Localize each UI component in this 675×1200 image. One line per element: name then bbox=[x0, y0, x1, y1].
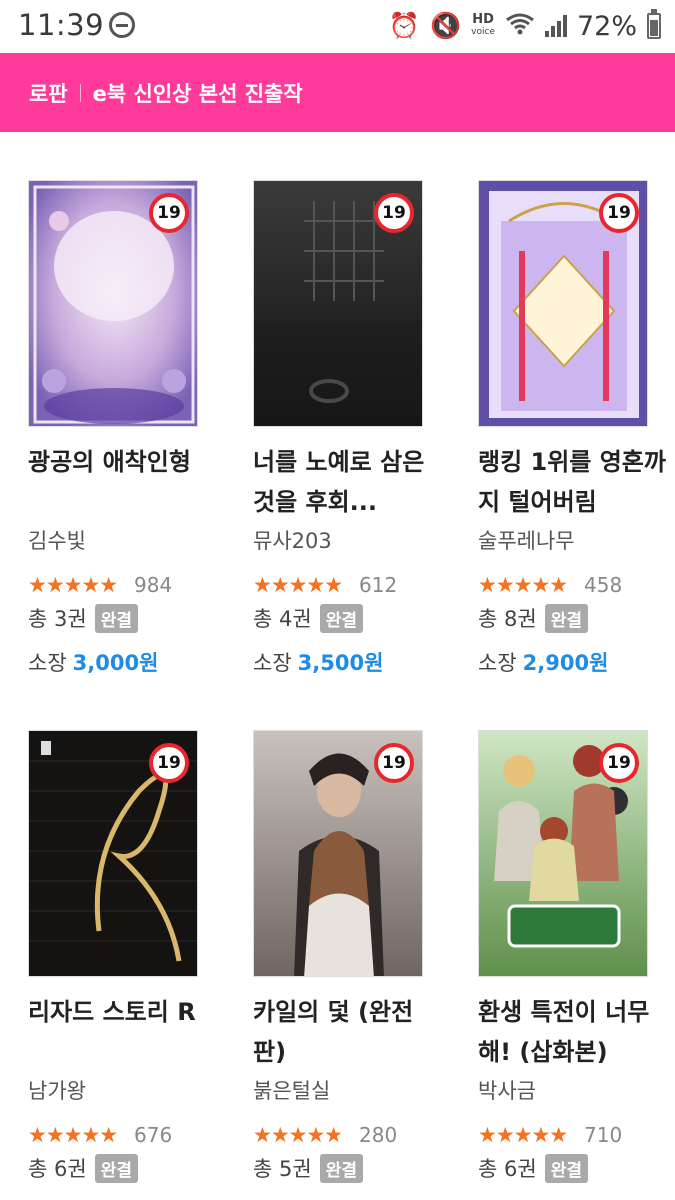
price-value: 3,000원 bbox=[72, 651, 159, 675]
book-title[interactable]: 카일의 덫 (완전판) bbox=[253, 992, 443, 1072]
volume-count: 총 8권 bbox=[478, 607, 537, 631]
star-rating-icon: ★★★★★ ★★★★★ bbox=[28, 573, 118, 597]
book-title[interactable]: 리자드 스토리 R bbox=[28, 992, 218, 1032]
age-19-badge: 19 bbox=[599, 743, 639, 783]
book-author[interactable]: 남가왕 bbox=[28, 1075, 86, 1105]
age-19-badge: 19 bbox=[149, 193, 189, 233]
book-volumes: 총 4권 완결 bbox=[253, 603, 363, 633]
battery-icon bbox=[647, 9, 661, 39]
status-badge: 완결 bbox=[544, 603, 588, 633]
mute-icon: 🔇 bbox=[430, 11, 462, 40]
book-author[interactable]: 붉은털실 bbox=[253, 1075, 330, 1105]
book-title[interactable]: 너를 노예로 삼은 것을 후회... bbox=[253, 442, 443, 522]
alarm-icon: ⏰ bbox=[388, 11, 421, 40]
book-rating: ★★★★★ ★★★★★ 710 bbox=[478, 1123, 622, 1147]
book-cover[interactable]: 19 bbox=[478, 180, 648, 427]
star-rating-icon: ★★★★★ ★★★★★ bbox=[478, 573, 568, 597]
book-cover[interactable]: 19 bbox=[28, 730, 198, 977]
status-bar: 11:39 ⏰ 🔇 HD voice 72% bbox=[0, 0, 675, 52]
book-price: 소장 3,000원 bbox=[28, 647, 158, 677]
price-label: 소장 bbox=[28, 651, 67, 675]
book-volumes: 총 5권 완결 bbox=[253, 1153, 363, 1183]
book-title[interactable]: 랭킹 1위를 영혼까지 털어버림 bbox=[478, 442, 668, 522]
book-rating: ★★★★★ ★★★★★ 676 bbox=[28, 1123, 172, 1147]
star-rating-icon: ★★★★★ ★★★★★ bbox=[253, 573, 343, 597]
book-price: 소장 2,900원 bbox=[478, 647, 608, 677]
signal-icon bbox=[544, 15, 567, 37]
book-volumes: 총 3권 완결 bbox=[28, 603, 138, 633]
book-volumes: 총 6권 완결 bbox=[478, 1153, 588, 1183]
book-author[interactable]: 뮤사203 bbox=[253, 525, 332, 555]
book-cover[interactable]: 19 bbox=[478, 730, 648, 977]
volume-count: 총 5권 bbox=[253, 1157, 312, 1181]
rating-count: 984 bbox=[134, 573, 173, 597]
status-badge: 완결 bbox=[94, 603, 138, 633]
do-not-disturb-icon bbox=[109, 12, 135, 38]
book-author[interactable]: 술푸레나무 bbox=[478, 525, 575, 555]
book-cover[interactable]: 19 bbox=[253, 180, 423, 427]
hd-voice-icon: HD voice bbox=[471, 12, 495, 37]
price-label: 소장 bbox=[478, 651, 517, 675]
book-author[interactable]: 박사금 bbox=[478, 1075, 536, 1105]
section-header: 로판 e북 신인상 본선 진출작 bbox=[0, 53, 675, 132]
price-value: 2,900원 bbox=[522, 651, 609, 675]
book-title[interactable]: 광공의 애착인형 bbox=[28, 442, 218, 482]
rating-count: 676 bbox=[134, 1123, 173, 1147]
book-volumes: 총 8권 완결 bbox=[478, 603, 588, 633]
star-rating-icon: ★★★★★ ★★★★★ bbox=[253, 1123, 343, 1147]
book-author[interactable]: 김수빛 bbox=[28, 525, 86, 555]
wifi-icon bbox=[505, 12, 535, 40]
book-title[interactable]: 환생 특전이 너무해! (삽화본) bbox=[478, 992, 668, 1072]
section-title: e북 신인상 본선 진출작 bbox=[92, 81, 303, 106]
age-19-badge: 19 bbox=[599, 193, 639, 233]
book-rating: ★★★★★ ★★★★★ 984 bbox=[28, 573, 172, 597]
book-cover[interactable]: 19 bbox=[253, 730, 423, 977]
status-badge: 완결 bbox=[544, 1153, 588, 1183]
age-19-badge: 19 bbox=[149, 743, 189, 783]
status-icons: ⏰ 🔇 HD voice 72% bbox=[389, 8, 661, 44]
volume-count: 총 4권 bbox=[253, 607, 312, 631]
volume-count: 총 6권 bbox=[478, 1157, 537, 1181]
book-cover[interactable]: 19 bbox=[28, 180, 198, 427]
price-label: 소장 bbox=[253, 651, 292, 675]
rating-count: 612 bbox=[359, 573, 398, 597]
book-rating: ★★★★★ ★★★★★ 458 bbox=[478, 573, 622, 597]
star-rating-icon: ★★★★★ ★★★★★ bbox=[28, 1123, 118, 1147]
book-rating: ★★★★★ ★★★★★ 280 bbox=[253, 1123, 397, 1147]
rating-count: 280 bbox=[359, 1123, 398, 1147]
category-label[interactable]: 로판 bbox=[29, 78, 68, 108]
status-badge: 완결 bbox=[319, 603, 363, 633]
status-badge: 완결 bbox=[94, 1153, 138, 1183]
age-19-badge: 19 bbox=[374, 743, 414, 783]
book-volumes: 총 6권 완결 bbox=[28, 1153, 138, 1183]
volume-count: 총 6권 bbox=[28, 1157, 87, 1181]
status-badge: 완결 bbox=[319, 1153, 363, 1183]
volume-count: 총 3권 bbox=[28, 607, 87, 631]
price-value: 3,500원 bbox=[297, 651, 384, 675]
rating-count: 710 bbox=[584, 1123, 623, 1147]
book-price: 소장 3,500원 bbox=[253, 647, 383, 677]
header-divider bbox=[79, 83, 81, 102]
battery-percent: 72% bbox=[576, 10, 637, 42]
rating-count: 458 bbox=[584, 573, 623, 597]
status-time: 11:39 bbox=[18, 8, 105, 42]
star-rating-icon: ★★★★★ ★★★★★ bbox=[478, 1123, 568, 1147]
book-rating: ★★★★★ ★★★★★ 612 bbox=[253, 573, 397, 597]
age-19-badge: 19 bbox=[374, 193, 414, 233]
